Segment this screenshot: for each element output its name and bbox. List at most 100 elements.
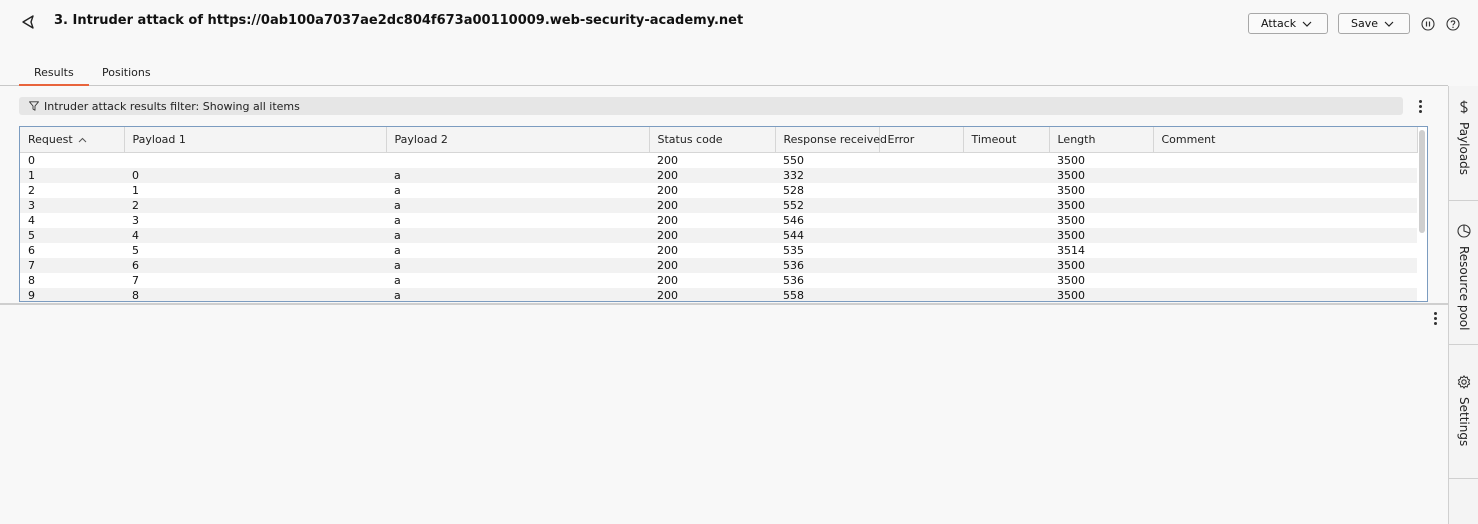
right-sidebar: Payloads Resource pool Settings [1448,86,1478,524]
table-cell: 3500 [1049,212,1153,228]
column-header-payload-1[interactable]: Payload 1 [124,127,387,153]
column-header-comment[interactable]: Comment [1153,127,1418,153]
table-cell: 0 [124,167,386,183]
back-button[interactable] [18,12,38,32]
table-cell [963,152,1049,168]
intruder-attack-window: 3. Intruder attack of https://0ab100a703… [0,0,1478,524]
column-header-payload-2[interactable]: Payload 2 [386,127,650,153]
table-cell [879,272,963,288]
column-header-label: Request [28,132,73,146]
tab-positions[interactable]: Positions [87,66,166,86]
table-cell: 200 [649,212,775,228]
split-pane-divider[interactable] [0,303,1448,305]
table-cell: 536 [775,272,879,288]
table-row[interactable]: 8 7 a 200 536 3500 [20,272,1417,288]
attack-button-label: Attack [1261,17,1297,30]
column-header-timeout[interactable]: Timeout [963,127,1050,153]
column-header-status-code[interactable]: Status code [649,127,776,153]
table-cell [963,197,1049,213]
table-cell: 544 [775,227,879,243]
table-cell: a [386,167,649,183]
detail-options-button[interactable] [1430,310,1440,326]
table-cell [963,242,1049,258]
header: 3. Intruder attack of https://0ab100a703… [0,0,1460,46]
column-header-response-received[interactable]: Response received [775,127,887,153]
table-cell: a [386,257,649,273]
table-cell: 332 [775,167,879,183]
table-cell: 200 [649,242,775,258]
column-header-error[interactable]: Error [879,127,964,153]
help-icon [1445,16,1460,31]
table-cell: 7 [20,257,124,273]
table-cell: 200 [649,167,775,183]
table-cell [879,257,963,273]
table-cell [963,182,1049,198]
table-cell [1153,152,1417,168]
filter-icon [29,101,39,111]
table-cell [386,152,649,168]
attack-menu-button[interactable]: Attack [1248,13,1328,34]
table-row[interactable]: 7 6 a 200 536 3500 [20,257,1417,273]
table-cell [963,227,1049,243]
table-row[interactable]: 4 3 a 200 546 3500 [20,212,1417,228]
table-cell: a [386,242,649,258]
sidebar-tab-payloads[interactable]: Payloads [1449,86,1478,201]
table-cell: 9 [20,287,124,301]
table-cell [963,212,1049,228]
table-cell: 200 [649,227,775,243]
table-cell: 536 [775,257,879,273]
table-row[interactable]: 6 5 a 200 535 3514 [20,242,1417,258]
sidebar-tab-settings[interactable]: Settings [1449,361,1478,479]
tab-results[interactable]: Results [19,66,89,86]
column-header-length[interactable]: Length [1049,127,1154,153]
table-scrollbar[interactable] [1418,127,1427,301]
table-cell [1153,212,1417,228]
table-cell: 200 [649,182,775,198]
table-row[interactable]: 0 200 550 3500 [20,152,1417,168]
table-cell [879,227,963,243]
table-cell [1153,227,1417,243]
page-title: 3. Intruder attack of https://0ab100a703… [54,13,744,28]
table-cell [963,272,1049,288]
table-cell [1153,257,1417,273]
results-options-button[interactable] [1415,98,1425,114]
table-row[interactable]: 9 8 a 200 558 3500 [20,287,1417,301]
table-cell [1153,287,1417,301]
chevron-down-icon [1302,21,1312,27]
table-row[interactable]: 3 2 a 200 552 3500 [20,197,1417,213]
table-cell [1153,242,1417,258]
table-cell: 5 [20,227,124,243]
save-button-label: Save [1351,17,1379,30]
table-row[interactable]: 2 1 a 200 528 3500 [20,182,1417,198]
table-cell: a [386,182,649,198]
help-button[interactable] [1445,16,1460,31]
table-row[interactable]: 5 4 a 200 544 3500 [20,227,1417,243]
sidebar-tab-resource-pool[interactable]: Resource pool [1449,210,1478,345]
kebab-dot [1433,311,1437,315]
table-cell: 1 [20,167,124,183]
table-cell [879,212,963,228]
sidebar-label-resource-pool: Resource pool [1457,246,1471,331]
table-cell: 3 [124,212,386,228]
table-cell [879,287,963,301]
table-row[interactable]: 1 0 a 200 332 3500 [20,167,1417,183]
table-cell: a [386,272,649,288]
back-arrow-icon [22,15,34,29]
column-header-request[interactable]: Request [20,127,125,153]
table-cell: 4 [124,227,386,243]
table-cell: 535 [775,242,879,258]
results-filter-bar[interactable]: Intruder attack results filter: Showing … [19,97,1403,115]
save-menu-button[interactable]: Save [1338,13,1410,34]
sidebar-label-payloads: Payloads [1457,122,1471,176]
pie-chart-icon [1457,224,1471,238]
table-cell: 5 [124,242,386,258]
pause-button[interactable] [1420,16,1435,31]
table-cell [1153,272,1417,288]
table-cell: 200 [649,272,775,288]
dollar-icon [1460,100,1468,114]
table-cell [879,182,963,198]
scrollbar-thumb[interactable] [1419,130,1425,233]
table-cell [124,152,386,168]
table-cell [879,197,963,213]
table-cell [879,242,963,258]
